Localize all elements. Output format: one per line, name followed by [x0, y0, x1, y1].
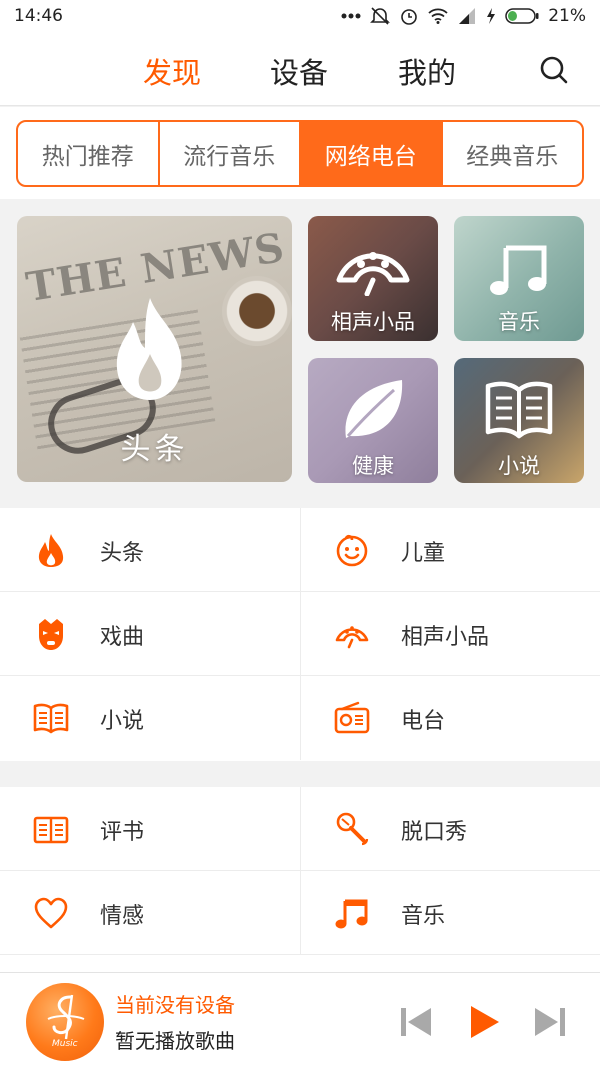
banner-health-label: 健康: [352, 454, 394, 478]
category-headlines[interactable]: 头条: [0, 508, 300, 592]
music-note-icon: [490, 245, 547, 295]
play-icon[interactable]: [465, 1003, 503, 1041]
category-opera[interactable]: 戏曲: [0, 592, 300, 676]
tab-devices[interactable]: 设备: [270, 50, 328, 92]
alarm-icon: [401, 9, 418, 25]
banner-headlines-label: 头条: [120, 432, 189, 467]
category-emotion[interactable]: 情感: [0, 871, 300, 955]
category-music-label: 音乐: [401, 904, 446, 929]
banner-headlines[interactable]: THE NEWS 头条: [17, 216, 292, 482]
music-logo-icon: [47, 994, 85, 1040]
category-group-2: 评书 脱口秀 情感 音乐: [0, 787, 600, 972]
banner-music[interactable]: 音乐: [454, 216, 584, 341]
segment-pop[interactable]: 流行音乐: [160, 122, 301, 185]
segment-classic[interactable]: 经典音乐: [443, 122, 583, 185]
category-radio[interactable]: 电台: [300, 676, 600, 760]
flame-icon: [38, 534, 64, 567]
microphone-icon: [336, 812, 369, 846]
segmented-control: 热门推荐 流行音乐 网络电台 经典音乐: [16, 120, 584, 187]
banner-health[interactable]: 健康: [308, 358, 438, 483]
status-bar: 14:46 21%: [0, 0, 600, 32]
tab-discover[interactable]: 发现: [143, 50, 201, 92]
category-radio-label: 电台: [401, 709, 446, 734]
category-talkshow[interactable]: 脱口秀: [300, 787, 600, 871]
category-row: 情感 音乐: [0, 871, 600, 955]
search-icon[interactable]: [538, 54, 570, 86]
top-nav: 发现 设备 我的: [0, 32, 600, 106]
category-row: 戏曲 相声小品: [0, 592, 600, 676]
category-novel-label: 小说: [100, 709, 145, 734]
charging-icon: [487, 8, 496, 24]
coffee-cup-image: [222, 276, 292, 346]
music-note-icon: [335, 899, 368, 929]
mini-player[interactable]: Music 当前没有设备 暂无播放歌曲: [0, 972, 600, 1067]
category-storytelling-label: 评书: [100, 820, 145, 845]
status-time: 14:46: [14, 6, 63, 26]
category-novel[interactable]: 小说: [0, 676, 300, 760]
category-group-1: 头条 儿童 戏曲 相声小品 小说 电台: [0, 508, 600, 761]
category-crosstalk-label: 相声小品: [401, 625, 490, 650]
album-label: Music: [52, 1039, 78, 1049]
category-row: 评书 脱口秀: [0, 787, 600, 871]
category-row: 小说 电台: [0, 676, 600, 760]
category-children[interactable]: 儿童: [300, 508, 600, 592]
open-book-icon: [33, 816, 69, 844]
category-headlines-label: 头条: [100, 541, 145, 566]
category-opera-label: 戏曲: [100, 625, 145, 650]
status-icons: 21%: [341, 6, 586, 26]
tab-mine[interactable]: 我的: [398, 50, 456, 92]
segment-hot[interactable]: 热门推荐: [18, 122, 160, 185]
leaf-icon: [345, 380, 403, 438]
banner-grid: THE NEWS 头条 相声小品 音乐 健康 小说: [0, 200, 600, 503]
child-face-icon: [336, 534, 368, 567]
category-crosstalk[interactable]: 相声小品: [300, 592, 600, 676]
heart-icon: [34, 897, 68, 929]
segment-bar: 热门推荐 流行音乐 网络电台 经典音乐: [0, 107, 600, 199]
category-children-label: 儿童: [401, 541, 446, 566]
mute-icon: [370, 7, 391, 25]
fan-icon: [335, 626, 369, 649]
banner-crosstalk[interactable]: 相声小品: [308, 216, 438, 341]
radio-icon: [334, 701, 370, 734]
flame-icon: [116, 298, 182, 400]
banner-crosstalk-label: 相声小品: [331, 310, 415, 334]
player-song-title: 暂无播放歌曲: [115, 1029, 235, 1053]
fan-icon: [336, 252, 410, 296]
category-storytelling[interactable]: 评书: [0, 787, 300, 871]
banner-music-label: 音乐: [498, 310, 540, 334]
album-art[interactable]: Music: [26, 983, 104, 1061]
book-icon: [485, 381, 553, 439]
previous-icon[interactable]: [397, 1003, 435, 1041]
opera-mask-icon: [39, 619, 63, 650]
banner-novel-label: 小说: [498, 454, 540, 478]
battery-percent: 21%: [548, 6, 586, 26]
next-icon[interactable]: [531, 1003, 569, 1041]
category-music[interactable]: 音乐: [300, 871, 600, 955]
segment-radio[interactable]: 网络电台: [301, 122, 443, 185]
player-status-title: 当前没有设备: [115, 993, 235, 1017]
wifi-icon: [428, 8, 448, 24]
banner-novel[interactable]: 小说: [454, 358, 584, 483]
book-icon: [33, 703, 69, 734]
signal-icon: [459, 8, 476, 24]
category-row: 头条 儿童: [0, 508, 600, 592]
category-talkshow-label: 脱口秀: [401, 820, 468, 845]
dots-icon: [341, 13, 361, 19]
battery-icon: [505, 8, 539, 24]
category-emotion-label: 情感: [100, 904, 145, 929]
